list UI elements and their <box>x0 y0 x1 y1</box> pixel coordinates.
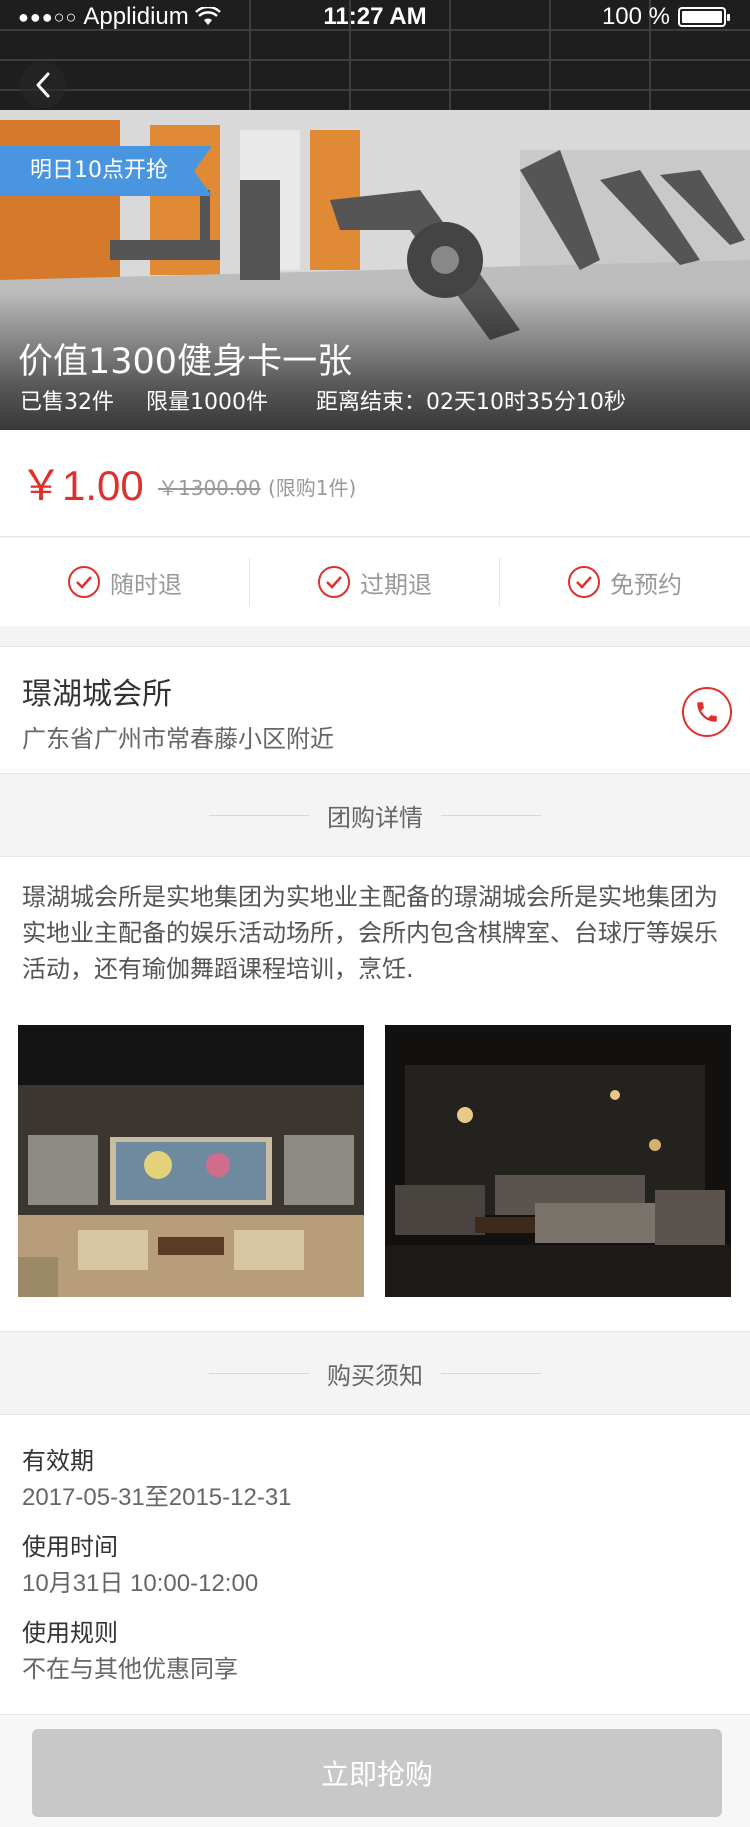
check-circle-icon <box>568 566 600 598</box>
detail-section-header: 团购详情 <box>0 774 750 856</box>
usage-rules-value: 不在与其他优惠同享 <box>22 1656 238 1683</box>
sold-count: 已售32件 <box>20 390 114 415</box>
guarantee-bar: 随时退 过期退 免预约 <box>0 538 750 626</box>
countdown: 距离结束：02天10时35分10秒 <box>316 390 626 415</box>
battery-icon <box>678 7 730 27</box>
sale-start-ribbon: 明日10点开抢 <box>0 146 212 196</box>
guarantee-label: 免预约 <box>610 570 682 599</box>
chevron-left-icon <box>36 72 50 98</box>
stock-limit: 限量1000件 <box>146 390 268 415</box>
venue-address: 广东省广州市常春藤小区附近 <box>22 725 334 753</box>
footer-bar: 立即抢购 <box>0 1714 750 1827</box>
cinema-room-image <box>18 1025 364 1297</box>
usage-rules-label: 使用规则 <box>22 1619 118 1647</box>
notes-header-label: 购买须知 <box>327 1361 423 1390</box>
detail-section: 璟湖城会所是实地集团为实地业主配备的璟湖城会所是实地集团为实地业主配备的娱乐活动… <box>0 856 750 1332</box>
usage-time-label: 使用时间 <box>22 1533 118 1561</box>
venue-photo-cinema[interactable] <box>18 1025 364 1297</box>
check-circle-icon <box>68 566 100 598</box>
guarantee-label: 随时退 <box>110 570 182 599</box>
detail-header-label: 团购详情 <box>327 803 423 832</box>
venue-card[interactable]: 璟湖城会所 广东省广州市常春藤小区附近 <box>0 646 750 774</box>
guarantee-no-reservation: 免预约 <box>500 538 750 626</box>
purchase-limit-note: (限购1件) <box>268 476 357 500</box>
detail-description: 璟湖城会所是实地集团为实地业主配备的璟湖城会所是实地集团为实地业主配备的娱乐活动… <box>22 883 718 983</box>
venue-photo-lounge[interactable] <box>385 1025 731 1297</box>
validity-value: 2017-05-31至2015-12-31 <box>22 1484 292 1511</box>
buy-now-button[interactable]: 立即抢购 <box>32 1729 722 1817</box>
usage-time-value: 10月31日 10:00-12:00 <box>22 1570 259 1597</box>
original-price: ￥1300.00 <box>158 476 261 500</box>
purchase-notes: 有效期 2017-05-31至2015-12-31 使用时间 10月31日 10… <box>0 1414 750 1714</box>
guarantee-label: 过期退 <box>360 570 432 599</box>
deal-meta: 已售32件 限量1000件 距离结束：02天10时35分10秒 <box>20 384 740 416</box>
back-button[interactable] <box>20 62 66 108</box>
check-circle-icon <box>318 566 350 598</box>
validity-label: 有效期 <box>22 1447 94 1475</box>
guarantee-refund-expired: 过期退 <box>250 538 500 626</box>
lounge-room-image <box>385 1025 731 1297</box>
phone-icon <box>697 702 717 722</box>
notes-section-header: 购买须知 <box>0 1332 750 1414</box>
price-section: ￥1.00 ￥1300.00 (限购1件) <box>0 430 750 537</box>
deal-title: 价值1300健身卡一张 <box>18 342 353 382</box>
hero-banner: ●●●○○ Applidium 11:27 AM 100 % 明日10点开抢 价… <box>0 0 750 430</box>
call-button[interactable] <box>682 687 732 737</box>
venue-name: 璟湖城会所 <box>22 677 172 712</box>
guarantee-refund-anytime: 随时退 <box>0 538 250 626</box>
current-price: ￥1.00 <box>20 462 144 509</box>
battery-percent: 100 % <box>601 3 670 30</box>
status-bar: ●●●○○ Applidium 11:27 AM 100 % <box>0 0 750 34</box>
